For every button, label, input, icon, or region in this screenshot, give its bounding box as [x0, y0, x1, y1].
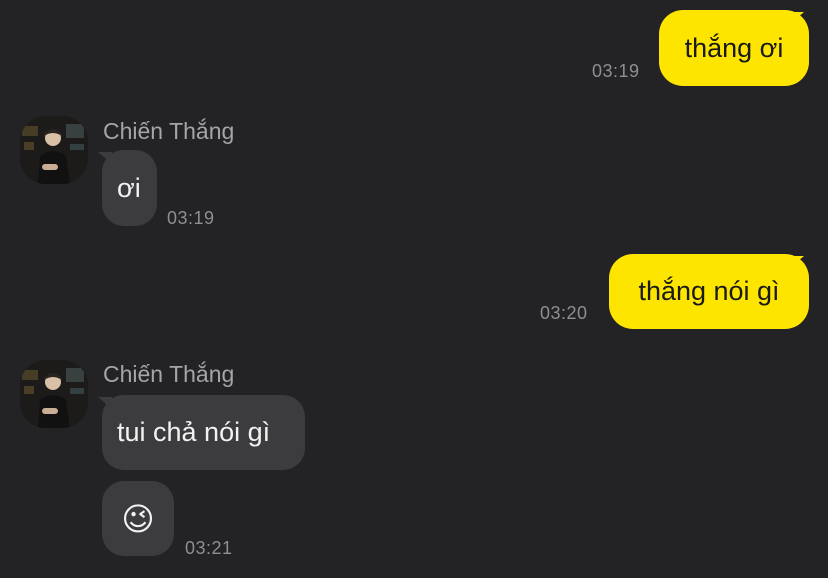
- sender-name: Chiến Thắng: [103, 118, 235, 144]
- message-timestamp: 03:19: [592, 61, 640, 81]
- message-text: tui chả nói gì: [117, 417, 271, 447]
- message-text: thắng ơi: [684, 32, 784, 63]
- message-timestamp: 03:20: [540, 303, 588, 323]
- message-bubble-incoming[interactable]: 😉: [102, 481, 174, 556]
- message-bubble-incoming[interactable]: ơi: [102, 150, 157, 226]
- avatar-photo: [20, 116, 88, 184]
- avatar-photo: [20, 360, 88, 428]
- contact-avatar[interactable]: [20, 116, 88, 184]
- message-bubble-incoming[interactable]: tui chả nói gì: [102, 395, 305, 470]
- sender-name: Chiến Thắng: [103, 361, 235, 387]
- message-timestamp: 03:21: [185, 538, 233, 558]
- message-bubble-outgoing[interactable]: thắng nói gì: [609, 254, 809, 329]
- message-bubble-outgoing[interactable]: thắng ơi: [659, 10, 809, 86]
- contact-avatar[interactable]: [20, 360, 88, 428]
- message-timestamp: 03:19: [167, 208, 215, 228]
- wink-emoji-icon: 😉: [121, 500, 155, 537]
- message-text: thắng nói gì: [638, 276, 780, 306]
- message-text: ơi: [117, 172, 141, 203]
- chat-view: thắng ơi 03:19 Chiến Thắng ơi 03:19 thắn…: [0, 0, 828, 578]
